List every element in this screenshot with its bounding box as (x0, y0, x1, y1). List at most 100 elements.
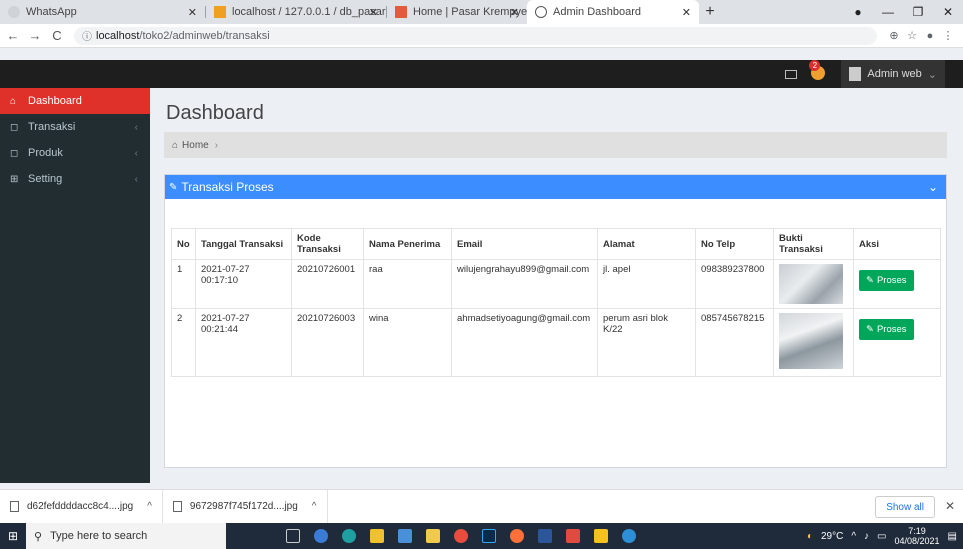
cell-tanggal: 2021-07-27 00:21:44 (195, 308, 292, 377)
chrome-icon[interactable] (454, 529, 468, 543)
word-icon[interactable] (538, 529, 552, 543)
user-menu[interactable]: Admin web ⌄ (841, 60, 945, 88)
close-icon[interactable]: ✕ (682, 6, 691, 19)
column-header: No Telp (695, 228, 774, 260)
file-explorer-icon[interactable] (426, 529, 440, 543)
new-tab-button[interactable]: + (699, 0, 721, 24)
taskbar-search[interactable]: ⚲ Type here to search (26, 523, 226, 549)
reload-icon[interactable]: C (48, 28, 66, 43)
edit-icon: ✎ (169, 181, 178, 193)
cell-kode: 20210726001 (291, 259, 364, 309)
url-host: localhost (96, 29, 140, 42)
edge-icon[interactable] (342, 529, 356, 543)
chevron-up-icon[interactable]: ^ (851, 531, 856, 542)
mail-icon[interactable] (785, 69, 798, 79)
column-header: Aksi (853, 228, 941, 260)
sitemap-icon: ⊞ (10, 173, 19, 185)
cell-email: wilujengrahayu899@gmail.com (451, 259, 598, 309)
chevron-left-icon: ‹ (134, 173, 138, 185)
whatsapp-icon (8, 6, 20, 18)
windows-start-icon[interactable]: ⊞ (0, 529, 26, 543)
home-icon: ⌂ (10, 95, 17, 107)
help-icon[interactable] (622, 529, 636, 543)
chevron-up-icon[interactable]: ^ (147, 501, 152, 512)
column-header: Bukti Transaksi (773, 228, 854, 260)
account-icon[interactable]: ● (921, 30, 939, 42)
column-header: Email (451, 228, 598, 260)
photoshop-icon[interactable] (482, 529, 496, 543)
receipt-image[interactable] (779, 313, 843, 369)
show-all-button[interactable]: Show all (875, 496, 935, 518)
tab-pasar-krempyeng[interactable]: Home | Pasar Krempyeng ✕ (387, 0, 527, 24)
xampp-icon[interactable] (566, 529, 580, 543)
column-header: Kode Transaksi (291, 228, 364, 260)
close-window-icon[interactable]: ✕ (933, 5, 963, 19)
sidebar-item-label: Setting (28, 173, 63, 185)
download-item[interactable]: d62fefddddacc8c4....jpg ^ (0, 489, 163, 524)
column-header: Alamat (597, 228, 696, 260)
search-placeholder: Type here to search (50, 530, 148, 542)
firefox-icon[interactable] (510, 529, 524, 543)
url-path: /toko2/adminweb/transaksi (139, 29, 270, 42)
cell-alamat: perum asri blok K/22 (597, 308, 696, 377)
tab-phpmyadmin[interactable]: localhost / 127.0.0.1 / db_pasar1 ✕ (206, 0, 386, 24)
clock-date: 04/08/2021 (894, 536, 940, 546)
weather-temp: 29°C (821, 530, 844, 542)
back-icon[interactable]: ← (4, 28, 22, 43)
download-item[interactable]: 9672987f745f172d....jpg ^ (163, 489, 328, 524)
mail-icon[interactable] (398, 529, 412, 543)
tab-title: Admin Dashboard (553, 6, 642, 18)
close-icon[interactable]: ✕ (188, 6, 197, 19)
star-icon[interactable]: ☆ (903, 29, 921, 42)
close-icon[interactable]: ✕ (945, 499, 955, 513)
task-view-icon[interactable] (286, 529, 300, 543)
chevron-up-icon[interactable]: ^ (312, 501, 317, 512)
clock[interactable]: 7:19 04/08/2021 (895, 526, 940, 546)
sidebar-item-setting[interactable]: ⊞ Setting ‹ (0, 166, 150, 192)
collapse-icon[interactable]: ⌄ (928, 180, 938, 194)
phpmyadmin-icon (214, 6, 226, 18)
edit-icon: ✎ (866, 324, 874, 335)
breadcrumb-home[interactable]: Home (182, 140, 209, 151)
chevron-left-icon: ‹ (134, 121, 138, 133)
volume-icon[interactable]: ♪ (864, 531, 869, 542)
close-icon[interactable]: ✕ (369, 6, 378, 19)
column-header: Tanggal Transaksi (195, 228, 292, 260)
cell-telp: 098389237800 (695, 259, 774, 309)
tab-admin-dashboard[interactable]: Admin Dashboard ✕ (527, 0, 699, 24)
sidebar-item-transaksi[interactable]: ◻ Transaksi ‹ (0, 114, 150, 140)
network-icon[interactable]: ▭ (877, 531, 886, 542)
cell-alamat: jl. apel (597, 259, 696, 309)
search-icon: ⚲ (34, 530, 43, 543)
dropbox-icon[interactable] (314, 529, 328, 543)
cell-email: ahmadsetiyoagung@gmail.com (451, 308, 598, 377)
info-icon: ⓘ (82, 32, 92, 43)
bookmark-icon: ◻ (10, 147, 19, 159)
weather-icon: ◐ (806, 530, 813, 542)
sidebar-item-dashboard[interactable]: ⌂ Dashboard (0, 88, 156, 114)
profile-icon[interactable]: ● (843, 5, 873, 19)
receipt-image[interactable] (779, 264, 843, 304)
sublime-icon[interactable] (594, 529, 608, 543)
minimize-icon[interactable]: — (873, 5, 903, 19)
zoom-icon[interactable]: ⊕ (885, 29, 903, 42)
maximize-icon[interactable]: ❐ (903, 5, 933, 19)
tab-title: WhatsApp (26, 6, 77, 18)
proses-button[interactable]: ✎ Proses (859, 319, 914, 340)
sidebar-item-label: Dashboard (28, 95, 82, 107)
url-field[interactable]: ⓘ localhost/toko2/adminweb/transaksi (74, 26, 877, 45)
close-icon[interactable]: ✕ (510, 6, 519, 19)
menu-icon[interactable]: ⋮ (939, 29, 957, 42)
app-icon[interactable] (370, 529, 384, 543)
app-header: 2 Admin web ⌄ (0, 60, 963, 88)
sidebar-item-produk[interactable]: ◻ Produk ‹ (0, 140, 150, 166)
proses-button[interactable]: ✎ Proses (859, 270, 914, 291)
tab-whatsapp[interactable]: WhatsApp ✕ (0, 0, 205, 24)
forward-icon[interactable]: → (26, 28, 44, 43)
notification-center-icon[interactable]: ▤ (948, 531, 957, 542)
table-header-row: No Tanggal Transaksi Kode Transaksi Nama… (171, 228, 941, 260)
proses-label: Proses (876, 275, 907, 286)
edit-icon: ✎ (866, 275, 874, 286)
page-title: Dashboard (166, 102, 264, 124)
notification-icon[interactable]: 2 (809, 60, 827, 82)
